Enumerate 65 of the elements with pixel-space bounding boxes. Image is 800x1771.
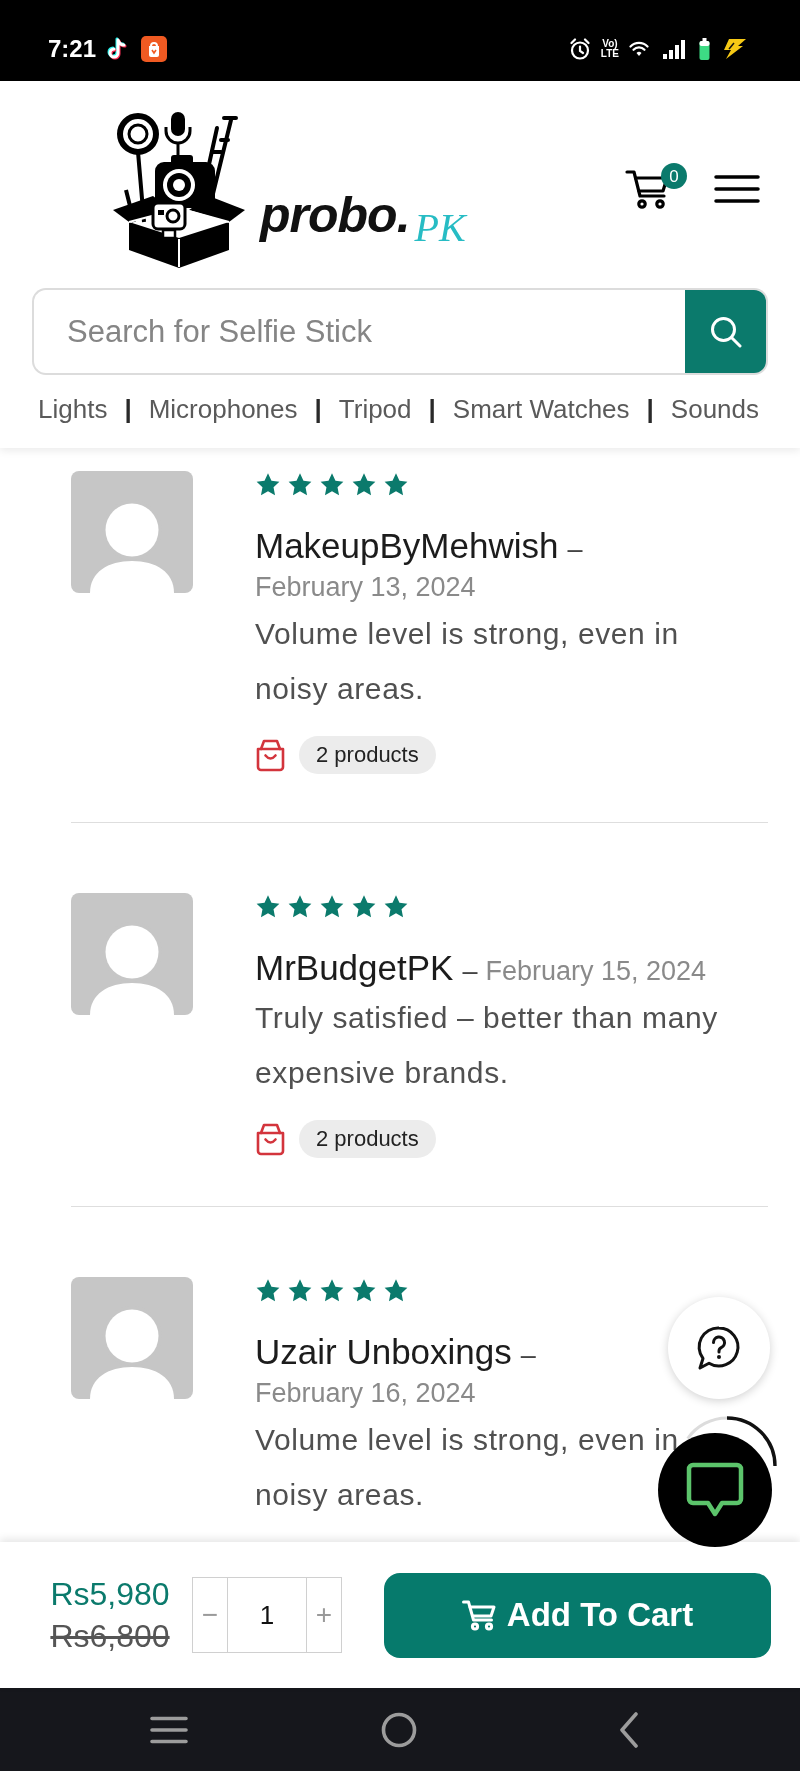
review-date: February 16, 2024 — [255, 1378, 476, 1408]
menu-icon[interactable] — [714, 174, 760, 204]
avatar-icon — [71, 471, 193, 593]
link-separator: | — [646, 393, 654, 425]
product-count: 2 products — [299, 736, 436, 774]
bag-app-icon — [141, 36, 168, 62]
star-icon — [255, 894, 281, 919]
battery-icon — [699, 38, 710, 60]
star-icon — [287, 1278, 313, 1303]
clock-time: 7:21 — [48, 35, 97, 63]
star-icon — [287, 472, 313, 497]
back-icon[interactable] — [618, 1711, 640, 1748]
star-icon — [351, 1278, 377, 1303]
category-link[interactable]: Sounds — [670, 393, 760, 425]
shopping-bag-icon — [255, 1122, 286, 1156]
star-icon — [319, 1278, 345, 1303]
cart-count-badge: 0 — [661, 163, 687, 189]
review-date: February 13, 2024 — [255, 572, 476, 602]
gadget-box-drawing[interactable] — [113, 110, 245, 268]
product-count: 2 products — [299, 1120, 436, 1158]
category-link[interactable]: Lights — [38, 393, 108, 425]
cart-icon — [461, 1599, 496, 1631]
sale-price: Rs5,980 — [50, 1575, 170, 1614]
quantity-field[interactable]: 1 — [228, 1577, 306, 1653]
review-text: Volume level is strong, even in noisy areas. — [255, 1423, 679, 1511]
link-separator: | — [428, 393, 436, 425]
reviewer-name: MakeupByMehwish — [255, 526, 559, 565]
dash-separator: – — [462, 956, 478, 986]
avatar-icon — [71, 893, 193, 1015]
cart-icon[interactable] — [625, 168, 669, 210]
star-icon — [319, 472, 345, 497]
star-icon — [287, 894, 313, 919]
reviewer-name: MrBudgetPK — [255, 948, 454, 987]
shopping-bag-icon — [255, 738, 286, 772]
help-button[interactable] — [668, 1297, 770, 1399]
review-date: February 15, 2024 — [485, 956, 707, 986]
star-icon — [383, 472, 409, 497]
home-icon[interactable] — [381, 1711, 417, 1748]
category-link[interactable]: Tripod — [338, 393, 412, 425]
volte-label: Vo) LTE — [600, 39, 619, 59]
star-icon — [255, 472, 281, 497]
add-to-cart-button[interactable]: Add To Cart — [384, 1572, 771, 1658]
star-icon — [383, 894, 409, 919]
category-link[interactable]: Smart Watches — [452, 393, 630, 425]
wifi-icon — [629, 41, 649, 57]
star-icon — [351, 894, 377, 919]
link-separator: | — [314, 393, 322, 425]
alarm-clock-icon — [568, 38, 591, 60]
star-icon — [319, 894, 345, 919]
question-bubble-icon — [696, 1325, 742, 1371]
avatar-icon — [71, 1277, 193, 1399]
signal-bars-icon — [663, 39, 686, 59]
review-text: Volume level is strong, even in noisy areas. — [255, 617, 679, 705]
star-icon — [383, 1278, 409, 1303]
original-price: Rs6,800 — [50, 1617, 170, 1656]
star-icon — [255, 1278, 281, 1303]
review-text: Truly satisfied – better than many expensive brands. — [255, 1001, 718, 1089]
reviewer-name: Uzair Unboxings — [255, 1332, 512, 1371]
chat-bubble-icon — [686, 1462, 744, 1518]
dash-separator: – — [520, 1340, 536, 1370]
dash-separator: – — [567, 534, 583, 564]
category-link[interactable]: Microphones — [148, 393, 298, 425]
link-separator: | — [124, 393, 132, 425]
menu-icon[interactable] — [150, 1715, 188, 1744]
star-icon — [351, 472, 377, 497]
